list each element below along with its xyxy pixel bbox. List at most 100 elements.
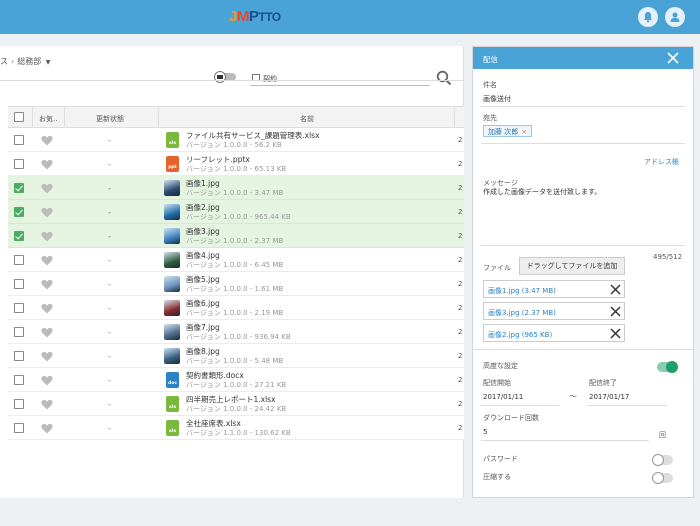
table-row[interactable]: - 画像8.jpg バージョン 1.0.0.0 - 5.48 MB 2 xyxy=(8,344,464,368)
remove-attachment-icon[interactable] xyxy=(610,328,621,339)
favorite-heart-icon[interactable] xyxy=(41,423,53,436)
table-row[interactable]: - 画像1.jpg バージョン 1.0.0.0 - 3.47 MB 2 xyxy=(8,176,464,200)
truncated-column-value: 2 xyxy=(458,424,463,432)
update-status: - xyxy=(108,352,111,361)
row-checkbox[interactable] xyxy=(14,159,24,169)
favorite-heart-icon[interactable] xyxy=(41,303,53,316)
top-bar: JMPTTO xyxy=(0,0,700,34)
attachment-item: 画像2.jpg (965 KB) xyxy=(483,324,625,342)
table-row[interactable]: - ppt リーフレット.pptx バージョン 1.0.0.0 - 65.13 KB 2 xyxy=(8,152,464,176)
image-thumbnail xyxy=(164,324,180,340)
favorite-heart-icon[interactable] xyxy=(41,255,53,268)
update-status: - xyxy=(108,184,111,193)
add-file-button[interactable]: ドラッグしてファイルを追加 xyxy=(519,257,625,275)
attachment-item: 画像3.jpg (2.37 MB) xyxy=(483,302,625,320)
row-checkbox[interactable] xyxy=(14,231,24,241)
row-checkbox[interactable] xyxy=(14,303,24,313)
select-all-checkbox[interactable] xyxy=(14,112,24,122)
file-version: バージョン 1.0.0.0 - 936.94 KB xyxy=(186,333,291,341)
row-checkbox[interactable] xyxy=(14,255,24,265)
col-favorite[interactable]: お気.. xyxy=(39,114,57,124)
start-date-input[interactable]: 2017/01/11 xyxy=(483,393,523,401)
file-type-label: xls xyxy=(168,429,177,434)
delivery-panel: 配信 件名 画像送付 宛先 加藤 次郎 × アドレス帳 メッセージ 作成した画像デ… xyxy=(472,46,694,498)
download-count-unit: 回 xyxy=(659,431,666,439)
notification-bell-icon[interactable] xyxy=(638,7,658,27)
row-checkbox[interactable] xyxy=(14,351,24,361)
table-row[interactable]: - xls 四半期売上レポート1.xlsx バージョン 1.0.0.0 - 24.42… xyxy=(8,392,464,416)
truncated-column-value: 2 xyxy=(458,352,463,360)
favorite-heart-icon[interactable] xyxy=(41,159,53,172)
attachment-name[interactable]: 画像3.jpg (2.37 MB) xyxy=(488,308,556,318)
attachment-name[interactable]: 画像2.jpg (965 KB) xyxy=(488,330,552,340)
table-row[interactable]: - 画像2.jpg バージョン 1.0.0.0 - 965.44 KB 2 xyxy=(8,200,464,224)
file-version: バージョン 1.0.0.0 - 27.21 KB xyxy=(186,381,287,389)
breadcrumb-current[interactable]: 総務部 xyxy=(17,57,41,66)
favorite-heart-icon[interactable] xyxy=(41,399,53,412)
favorite-heart-icon[interactable] xyxy=(41,351,53,364)
favorite-heart-icon[interactable] xyxy=(41,231,53,244)
image-thumbnail xyxy=(164,204,180,220)
address-book-link[interactable]: アドレス帳 xyxy=(644,157,679,167)
user-profile-icon[interactable] xyxy=(665,7,685,27)
col-update-status[interactable]: 更新状態 xyxy=(96,114,124,124)
col-name[interactable]: 名前 xyxy=(300,114,314,124)
table-row[interactable]: - doc 契約書類形.docx バージョン 1.0.0.0 - 27.21 KB 2 xyxy=(8,368,464,392)
search-icon[interactable] xyxy=(436,70,452,86)
compress-toggle[interactable] xyxy=(652,472,673,484)
table-row[interactable]: - xls ファイル共有サービス_課題管理表.xlsx バージョン 1.0.0.0 -… xyxy=(8,128,464,152)
image-thumbnail xyxy=(164,180,180,196)
table-row[interactable]: - 画像5.jpg バージョン 1.0.0.0 - 1.61 MB 2 xyxy=(8,272,464,296)
row-checkbox[interactable] xyxy=(14,375,24,385)
update-status: - xyxy=(108,424,111,433)
update-status: - xyxy=(108,280,111,289)
row-checkbox[interactable] xyxy=(14,279,24,289)
table-row[interactable]: - 画像7.jpg バージョン 1.0.0.0 - 936.94 KB 2 xyxy=(8,320,464,344)
caret-down-icon[interactable]: ▼ xyxy=(46,59,51,66)
favorite-heart-icon[interactable] xyxy=(41,279,53,292)
update-status: - xyxy=(108,256,111,265)
password-toggle[interactable] xyxy=(652,454,673,466)
file-type-label: xls xyxy=(168,405,177,410)
attachment-name[interactable]: 画像1.jpg (3.47 MB) xyxy=(488,286,556,296)
download-count-input[interactable]: 5 xyxy=(483,428,487,436)
recipient-chip[interactable]: 加藤 次郎 × xyxy=(483,125,533,137)
message-textarea[interactable]: 作成した画像データを送付致します。 xyxy=(483,187,601,197)
close-icon[interactable] xyxy=(667,52,679,64)
app-logo[interactable]: JMPTTO xyxy=(229,8,281,25)
file-version: バージョン 1.0.0.0 - 2.19 MB xyxy=(186,309,284,317)
table-row[interactable]: - 画像3.jpg バージョン 1.0.0.0 - 2.37 MB 2 xyxy=(8,224,464,248)
truncated-column-value: 2 xyxy=(458,400,463,408)
update-status: - xyxy=(108,400,111,409)
remove-attachment-icon[interactable] xyxy=(610,306,621,317)
favorite-heart-icon[interactable] xyxy=(41,207,53,220)
table-row[interactable]: - 画像6.jpg バージョン 1.0.0.0 - 2.19 MB 2 xyxy=(8,296,464,320)
row-checkbox[interactable] xyxy=(14,207,24,217)
table-row[interactable]: - xls 全社座席表.xlsx バージョン 1.1.0.0 - 130.62 KB 2 xyxy=(8,416,464,440)
subject-label: 件名 xyxy=(483,81,497,89)
file-version: バージョン 1.0.0.0 - 24.42 KB xyxy=(186,405,287,413)
favorite-heart-icon[interactable] xyxy=(41,375,53,388)
favorite-heart-icon[interactable] xyxy=(41,135,53,148)
advanced-settings-label: 高度な設定 xyxy=(483,362,518,370)
password-label: パスワード xyxy=(483,455,518,463)
advanced-settings-toggle[interactable] xyxy=(657,361,678,373)
favorite-heart-icon[interactable] xyxy=(41,327,53,340)
download-count-label: ダウンロード回数 xyxy=(483,414,539,422)
row-checkbox[interactable] xyxy=(14,135,24,145)
row-checkbox[interactable] xyxy=(14,399,24,409)
favorite-heart-icon[interactable] xyxy=(41,183,53,196)
breadcrumb-prev[interactable]: ス xyxy=(0,57,8,66)
breadcrumb: ス › 総務部 ▼ xyxy=(0,56,50,67)
end-date-input[interactable]: 2017/01/17 xyxy=(589,393,629,401)
remove-attachment-icon[interactable] xyxy=(610,284,621,295)
table-row[interactable]: - 画像4.jpg バージョン 1.0.0.0 - 6.45 MB 2 xyxy=(8,248,464,272)
remove-recipient-icon[interactable]: × xyxy=(521,128,527,136)
row-checkbox[interactable] xyxy=(14,423,24,433)
ppt-file-icon: ppt xyxy=(166,156,179,172)
search-input[interactable] xyxy=(263,72,423,85)
thumbnail-view-toggle[interactable] xyxy=(214,71,238,83)
subject-input[interactable]: 画像送付 xyxy=(483,94,511,104)
row-checkbox[interactable] xyxy=(14,183,24,193)
row-checkbox[interactable] xyxy=(14,327,24,337)
